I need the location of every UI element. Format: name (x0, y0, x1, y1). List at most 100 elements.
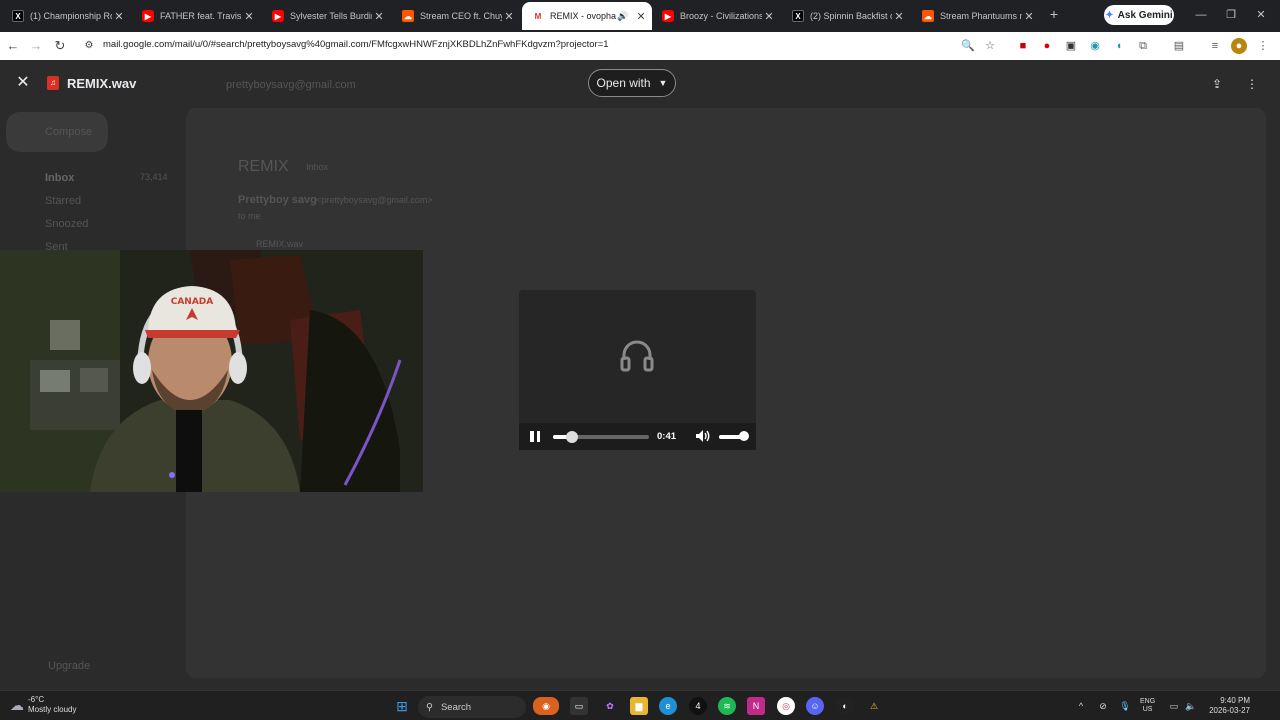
language-indicator[interactable]: ENG US (1140, 698, 1155, 714)
zoom-icon[interactable]: 🔍 (960, 38, 976, 54)
system-clock[interactable]: 9:40 PM 2026-03-27 (1204, 696, 1250, 716)
reading-list-icon[interactable]: ≡ (1207, 38, 1223, 54)
ask-gemini-button[interactable]: ✦ Ask Gemini (1104, 5, 1174, 25)
seek-handle[interactable] (566, 431, 579, 443)
microphone-icon[interactable]: 🎙 (1119, 700, 1131, 712)
volume-handle[interactable] (739, 431, 750, 441)
close-tab-icon[interactable]: ✕ (762, 10, 776, 23)
tab-title: Sylvester Tells Burdine (290, 11, 372, 21)
recipient: to me (238, 211, 261, 221)
media-control-icon[interactable]: ▤ (1171, 38, 1187, 54)
display-icon[interactable]: ▭ (1168, 700, 1180, 712)
4k-app-icon[interactable]: 4 (689, 697, 707, 715)
youtube-icon: ▶ (662, 10, 674, 22)
tab-sylvester[interactable]: ▶ Sylvester Tells Burdine ✕ (262, 4, 390, 28)
player-controls: 0:41 (519, 423, 756, 450)
extensions-puzzle-icon[interactable]: ⧉ (1135, 38, 1151, 54)
soundcloud-icon: ☁ (402, 10, 414, 22)
tab-title: Stream CEO ft. ChuyyK (420, 11, 502, 21)
tab-phantuums[interactable]: ☁ Stream Phantuums mu ✕ (912, 4, 1040, 28)
extension-icon[interactable]: ◖ (1111, 38, 1127, 54)
add-to-drive-icon[interactable]: ⇪ (1209, 76, 1225, 92)
next-app-icon[interactable]: N (747, 697, 765, 715)
close-tab-icon[interactable]: ✕ (112, 10, 126, 23)
back-button[interactable]: ← (4, 37, 22, 55)
profile-avatar[interactable]: ● (1231, 38, 1247, 54)
site-info-icon[interactable]: ⚙ (80, 37, 98, 55)
audio-player: 0:41 (519, 290, 756, 450)
tab-broozy[interactable]: ▶ Broozy - Civilizations (I ✕ (652, 4, 780, 28)
widget-image-icon[interactable]: ◉ (533, 697, 559, 715)
volume-slider[interactable] (719, 431, 750, 441)
obs-icon[interactable]: ◐ (836, 697, 854, 715)
headphones-icon (620, 340, 654, 372)
new-tab-button[interactable]: + (1046, 6, 1062, 24)
tab-stream-ceo[interactable]: ☁ Stream CEO ft. ChuyyK ✕ (392, 4, 520, 28)
task-view-icon[interactable]: ▭ (570, 697, 588, 715)
maximize-button[interactable]: ❐ (1221, 6, 1241, 24)
x-logo-icon: X (792, 10, 804, 22)
extension-icon[interactable]: ▣ (1063, 38, 1079, 54)
bookmark-star-icon[interactable]: ☆ (982, 38, 998, 54)
youtube-icon: ▶ (272, 10, 284, 22)
volume-tray-icon[interactable]: 🔈 (1185, 700, 1197, 712)
open-with-label: Open with (596, 76, 651, 90)
close-viewer-icon[interactable]: ✕ (14, 74, 32, 92)
sender-name: Prettyboy savg (238, 194, 317, 206)
browser-menu-icon[interactable]: ⋮ (1255, 38, 1271, 54)
close-window-button[interactable]: ✕ (1251, 6, 1271, 24)
edge-icon[interactable]: e (659, 697, 677, 715)
close-tab-icon[interactable]: ✕ (892, 10, 906, 23)
browser-toolbar: ← → ↻ ⚙ mail.google.com/mail/u/0/#search… (0, 32, 1280, 60)
tab-remix-active[interactable]: M REMIX - ovophant 🔊 ✕ (522, 2, 652, 30)
playback-time: 0:41 (657, 431, 677, 442)
close-tab-icon[interactable]: ✕ (502, 10, 516, 23)
weather-desc: Mostly cloudy (28, 705, 77, 714)
hat-text: CANADA (171, 297, 214, 307)
warning-app-icon[interactable]: ⚠ (865, 697, 883, 715)
volume-icon[interactable] (695, 429, 711, 443)
extension-icon[interactable]: ◉ (1087, 38, 1103, 54)
minimize-button[interactable]: — (1191, 6, 1211, 24)
spotify-icon[interactable]: ≋ (718, 697, 736, 715)
close-tab-icon[interactable]: ✕ (1022, 10, 1036, 23)
nav-starred: Starred (45, 195, 82, 207)
open-with-button[interactable]: Open with ▼ (588, 69, 676, 97)
ask-gemini-label: Ask Gemini (1117, 9, 1173, 21)
pause-button[interactable] (530, 431, 540, 442)
address-bar[interactable]: mail.google.com/mail/u/0/#search/prettyb… (103, 39, 609, 50)
forward-button[interactable]: → (27, 37, 45, 55)
speaker-icon[interactable]: 🔊 (616, 11, 630, 22)
inbox-count: 73,414 (140, 172, 168, 182)
seek-bar[interactable] (553, 431, 649, 443)
reload-button[interactable]: ↻ (51, 37, 69, 55)
more-options-icon[interactable]: ⋮ (1244, 76, 1260, 92)
file-name: REMIX.wav (67, 76, 137, 91)
tab-title: Stream Phantuums mu (940, 11, 1022, 21)
copilot-icon[interactable]: ✿ (601, 697, 619, 715)
weather-widget[interactable]: ☁ -6°C Mostly cloudy (10, 695, 76, 715)
tray-overflow-icon[interactable]: ^ (1075, 700, 1087, 712)
extension-icon[interactable]: ● (1039, 38, 1055, 54)
tab-father[interactable]: ▶ FATHER feat. Travis Scot ✕ (132, 4, 260, 28)
tab-strip: X (1) Championship Rou ✕ ▶ FATHER feat. … (0, 0, 1280, 32)
weather-temp: -6°C (28, 695, 45, 704)
tab-spinnin[interactable]: X (2) Spinnin Backfist on ✕ (782, 4, 910, 28)
discord-icon[interactable]: ☺ (806, 697, 824, 715)
file-explorer-icon[interactable]: ▆ (630, 697, 648, 715)
close-tab-icon[interactable]: ✕ (242, 10, 256, 23)
nav-inbox: Inbox (45, 172, 75, 184)
taskbar-search-label: Search (440, 701, 472, 713)
tab-championship[interactable]: X (1) Championship Rou ✕ (2, 4, 130, 28)
taskbar-search[interactable]: ⚲ Search (418, 696, 526, 718)
close-tab-icon[interactable]: ✕ (372, 10, 386, 23)
extension-icon[interactable]: ■ (1015, 38, 1031, 54)
close-tab-icon[interactable]: ✕ (634, 10, 648, 23)
attachment-name: REMIX.wav (256, 239, 304, 249)
search-field: prettyboysavg@gmail.com (226, 79, 356, 91)
webcam-feed-image: CANADA (0, 250, 423, 492)
network-off-icon[interactable]: ⊘ (1097, 700, 1109, 712)
nav-snoozed: Snoozed (45, 218, 89, 230)
start-windows-icon[interactable]: ⊞ (393, 697, 411, 715)
chrome-icon[interactable]: ◎ (777, 697, 795, 715)
